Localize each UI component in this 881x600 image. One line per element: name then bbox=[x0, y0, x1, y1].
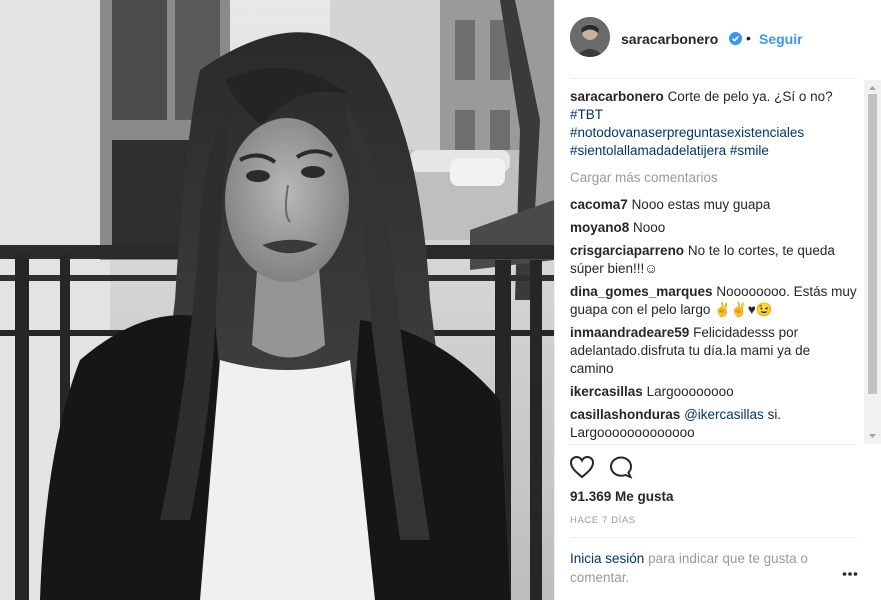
header-divider bbox=[570, 78, 857, 79]
hashtag-link[interactable]: #notodovanaserpreguntasexistenciales bbox=[570, 125, 804, 140]
hashtag-link[interactable]: #smile bbox=[730, 143, 769, 158]
comment-text: Largoooooooo bbox=[646, 384, 734, 399]
footer-divider bbox=[570, 537, 857, 538]
load-more-comments-button[interactable]: Cargar más comentarios bbox=[570, 169, 857, 187]
comment-username[interactable]: ikercasillas bbox=[570, 384, 643, 399]
caption-text: Corte de pelo ya. ¿Sí o no? bbox=[667, 89, 833, 104]
more-options-icon[interactable] bbox=[842, 566, 858, 576]
comment-text: Nooo estas muy guapa bbox=[631, 197, 771, 212]
comment-username[interactable]: cacoma7 bbox=[570, 197, 628, 212]
avatar-image bbox=[570, 17, 610, 57]
comment-username[interactable]: crisgarciaparreno bbox=[570, 243, 684, 258]
post-side-panel: saracarbonero • Seguir saracarbonero Cor… bbox=[554, 0, 881, 600]
comment-username[interactable]: inmaandradeare59 bbox=[570, 325, 689, 340]
post-timestamp: HACE 7 DÍAS bbox=[570, 515, 636, 526]
comment-item: crisgarciaparreno No te lo cortes, te qu… bbox=[570, 242, 857, 278]
comments-scrollbar[interactable] bbox=[864, 80, 881, 444]
hashtag-link[interactable]: #sientolallamadadelatijera bbox=[570, 143, 726, 158]
post-photo[interactable] bbox=[0, 0, 554, 600]
caption-username[interactable]: saracarbonero bbox=[570, 89, 664, 104]
heart-icon[interactable] bbox=[569, 455, 595, 484]
post-header: saracarbonero • Seguir bbox=[555, 0, 881, 78]
comment-item: ikercasillas Largoooooooo bbox=[570, 383, 857, 401]
instagram-post: saracarbonero • Seguir saracarbonero Cor… bbox=[0, 0, 881, 600]
comment-item: casillashonduras @ikercasillas si. Largo… bbox=[570, 406, 857, 442]
comment-item: inmaandradeare59 Felicidadesss por adela… bbox=[570, 324, 857, 378]
comment-username[interactable]: dina_gomes_marques bbox=[570, 284, 713, 299]
comment-icon[interactable] bbox=[609, 455, 635, 484]
comment-text: Nooo bbox=[633, 220, 666, 235]
mention-link[interactable]: @ikercasillas bbox=[684, 407, 764, 422]
hashtag-link[interactable]: #TBT bbox=[570, 107, 603, 122]
avatar[interactable] bbox=[570, 17, 610, 57]
follow-button[interactable]: Seguir bbox=[759, 31, 803, 47]
comment-item: dina_gomes_marques Noooooooo. Estás muy … bbox=[570, 283, 857, 319]
comment-item: moyano8 Nooo bbox=[570, 219, 857, 237]
header-username[interactable]: saracarbonero bbox=[621, 31, 718, 47]
post-image bbox=[0, 0, 554, 600]
caption: saracarbonero Corte de pelo ya. ¿Sí o no… bbox=[570, 88, 857, 160]
comment-username[interactable]: casillashonduras bbox=[570, 407, 680, 422]
login-link[interactable]: Inicia sesión bbox=[570, 551, 644, 566]
comments-divider bbox=[570, 444, 857, 445]
verified-badge-icon bbox=[729, 32, 742, 45]
comment-username[interactable]: moyano8 bbox=[570, 220, 629, 235]
login-prompt: Inicia sesión para indicar que te gusta … bbox=[570, 549, 830, 587]
comments-list[interactable]: saracarbonero Corte de pelo ya. ¿Sí o no… bbox=[570, 88, 857, 443]
header-separator: • bbox=[746, 30, 751, 46]
comment-item: cacoma7 Nooo estas muy guapa bbox=[570, 196, 857, 214]
likes-count[interactable]: 91.369 Me gusta bbox=[570, 489, 674, 504]
